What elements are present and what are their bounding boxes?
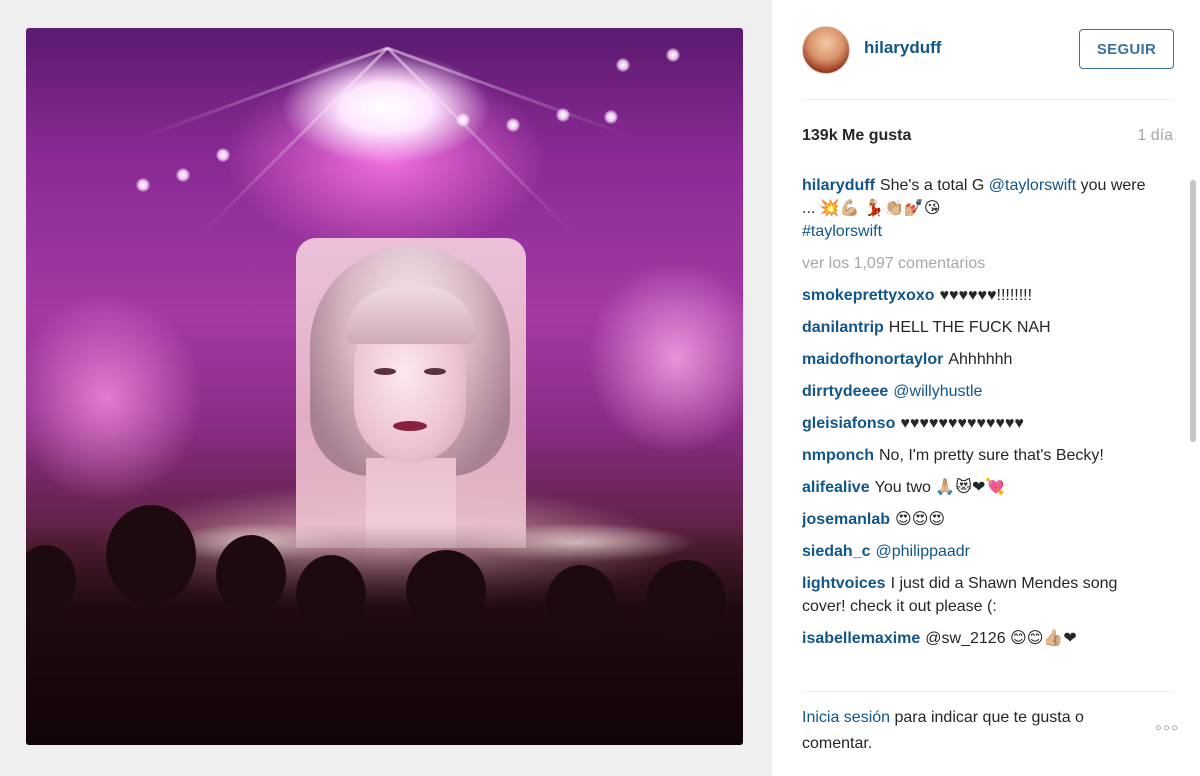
crowd-head	[216, 535, 286, 615]
comment-item: dirrtydeeee @willyhustle	[802, 380, 1162, 403]
comment-username[interactable]: alifealive	[802, 479, 870, 496]
lips-shape	[393, 421, 427, 431]
stage-spotlight	[666, 48, 680, 62]
comment-item: maidofhonortaylor Ahhhhhh	[802, 348, 1162, 371]
comment-text: ♥♥♥♥♥♥♥♥♥♥♥♥♥	[900, 415, 1024, 432]
stage-spotlight	[176, 168, 190, 182]
stage-spotlight	[216, 148, 230, 162]
comment-username[interactable]: isabellemaxime	[802, 630, 920, 647]
comment-item: lightvoices I just did a Shawn Mendes son…	[802, 572, 1162, 618]
login-prompt: Inicia sesión para indicar que te gusta …	[802, 705, 1132, 757]
comment-text: You two 🙏🏼😻❤💘	[874, 479, 1006, 496]
page-frame: hilaryduff SEGUIR 139k Me gusta 1 día hi…	[0, 0, 1200, 776]
comment-username[interactable]: nmponch	[802, 447, 874, 464]
post-side-panel: hilaryduff SEGUIR 139k Me gusta 1 día hi…	[772, 0, 1200, 776]
eye-shape	[424, 368, 446, 375]
comment-text: Ahhhhhh	[948, 351, 1013, 368]
comment-item: josemanlab 😍😍😍	[802, 508, 1162, 531]
crowd-head	[296, 555, 366, 635]
footer-divider	[802, 691, 1174, 692]
post-header: hilaryduff SEGUIR	[772, 0, 1200, 100]
comment-mention[interactable]: @philippaadr	[875, 543, 970, 560]
follow-button[interactable]: SEGUIR	[1079, 29, 1174, 69]
comment-username[interactable]: dirrtydeeee	[802, 383, 888, 400]
comment-text: @sw_2126 😊😊👍🏼❤	[925, 630, 1077, 647]
comments-scrollbar[interactable]	[1190, 180, 1196, 442]
comment-username[interactable]: danilantrip	[802, 319, 884, 336]
caption-text: She's a total G	[879, 177, 989, 194]
comment-username[interactable]: smokeprettyxoxo	[802, 287, 935, 304]
caption-username[interactable]: hilaryduff	[802, 177, 875, 194]
view-all-comments-link[interactable]: ver los 1,097 comentarios	[802, 252, 1162, 275]
crowd-head	[646, 560, 726, 640]
post-photo[interactable]	[26, 28, 743, 745]
more-options-icon[interactable]: ◦◦◦	[1155, 718, 1179, 738]
comment-item: danilantrip HELL THE FUCK NAH	[802, 316, 1162, 339]
comment-mention[interactable]: @willyhustle	[893, 383, 982, 400]
light-ray	[142, 46, 389, 139]
light-ray	[202, 46, 389, 233]
crowd-head	[106, 505, 196, 605]
stage-spotlight	[506, 118, 520, 132]
comment-item: alifealive You two 🙏🏼😻❤💘	[802, 476, 1162, 499]
crowd-head	[26, 545, 76, 615]
comment-item: smokeprettyxoxo ♥♥♥♥♥♥!!!!!!!!	[802, 284, 1162, 307]
comment-username[interactable]: lightvoices	[802, 575, 886, 592]
caption-hashtag[interactable]: #taylorswift	[802, 223, 882, 240]
comment-item: nmponch No, I'm pretty sure that's Becky!	[802, 444, 1162, 467]
post-timestamp[interactable]: 1 día	[1137, 127, 1173, 145]
comment-text: HELL THE FUCK NAH	[888, 319, 1051, 336]
stage-video-screen	[296, 238, 526, 548]
stage-spotlight	[136, 178, 150, 192]
stage-spotlight	[456, 113, 470, 127]
comment-text: ♥♥♥♥♥♥!!!!!!!!	[939, 287, 1033, 304]
stage-spotlight	[616, 58, 630, 72]
comment-username[interactable]: josemanlab	[802, 511, 890, 528]
comment-item: isabellemaxime @sw_2126 😊😊👍🏼❤	[802, 627, 1162, 650]
comment-item: gleisiafonso ♥♥♥♥♥♥♥♥♥♥♥♥♥	[802, 412, 1162, 435]
eye-shape	[374, 368, 396, 375]
light-ray	[386, 46, 573, 233]
crowd-head	[406, 550, 486, 630]
crowd-silhouette	[26, 505, 743, 745]
comments-list: hilaryduff She's a total G @taylorswift y…	[802, 174, 1162, 682]
stage-spotlight	[556, 108, 570, 122]
comment-username[interactable]: gleisiafonso	[802, 415, 895, 432]
bangs-shape	[346, 288, 476, 344]
caption-mention[interactable]: @taylorswift	[989, 177, 1076, 194]
login-link[interactable]: Inicia sesión	[802, 709, 890, 726]
comment-text: 😍😍😍	[895, 511, 946, 528]
stage-spotlight	[604, 110, 618, 124]
comment-username[interactable]: siedah_c	[802, 543, 870, 560]
crowd-head	[546, 565, 616, 640]
likes-count[interactable]: 139k Me gusta	[802, 127, 911, 145]
avatar[interactable]	[802, 26, 850, 74]
comment-username[interactable]: maidofhonortaylor	[802, 351, 943, 368]
caption: hilaryduff She's a total G @taylorswift y…	[802, 174, 1162, 243]
username-link[interactable]: hilaryduff	[864, 38, 941, 58]
header-divider	[802, 99, 1174, 100]
comment-text: No, I'm pretty sure that's Becky!	[879, 447, 1104, 464]
comment-item: siedah_c @philippaadr	[802, 540, 1162, 563]
